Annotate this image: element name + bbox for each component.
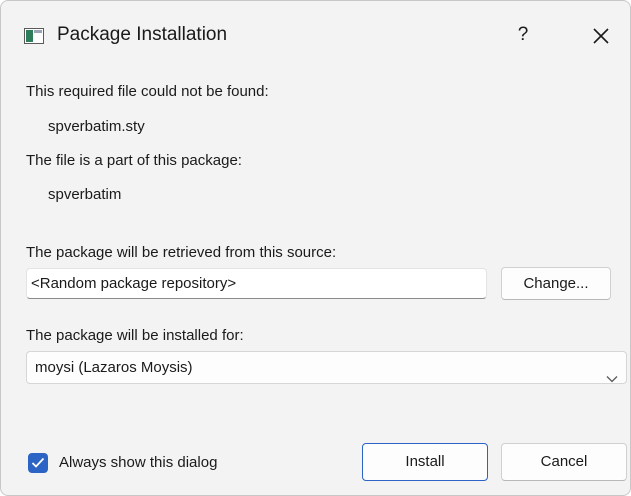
package-installation-dialog: Package Installation ? This required fil… xyxy=(0,0,631,496)
always-show-checkbox[interactable] xyxy=(28,453,48,473)
close-icon[interactable] xyxy=(585,20,617,52)
missing-file-value: spverbatim.sty xyxy=(48,118,145,135)
install-target-select[interactable]: moysi (Lazaros Moysis) xyxy=(26,351,627,384)
checkmark-icon xyxy=(31,457,45,468)
install-button[interactable]: Install xyxy=(362,443,488,481)
window-title: Package Installation xyxy=(57,24,228,45)
change-button[interactable]: Change... xyxy=(501,267,611,300)
source-field[interactable]: <Random package repository> xyxy=(26,268,487,299)
package-value: spverbatim xyxy=(48,186,122,203)
install-target-label: The package will be installed for: xyxy=(26,327,244,344)
help-button[interactable]: ? xyxy=(507,19,539,51)
always-show-label[interactable]: Always show this dialog xyxy=(59,454,217,471)
title-bar: Package Installation ? xyxy=(1,1,630,71)
package-label: The file is a part of this package: xyxy=(26,152,242,169)
source-label: The package will be retrieved from this … xyxy=(26,244,337,261)
package-window-icon xyxy=(24,28,44,44)
install-target-value: moysi (Lazaros Moysis) xyxy=(35,359,193,376)
missing-file-label: This required file could not be found: xyxy=(26,83,269,100)
chevron-down-icon xyxy=(606,363,618,383)
cancel-button[interactable]: Cancel xyxy=(501,443,627,481)
